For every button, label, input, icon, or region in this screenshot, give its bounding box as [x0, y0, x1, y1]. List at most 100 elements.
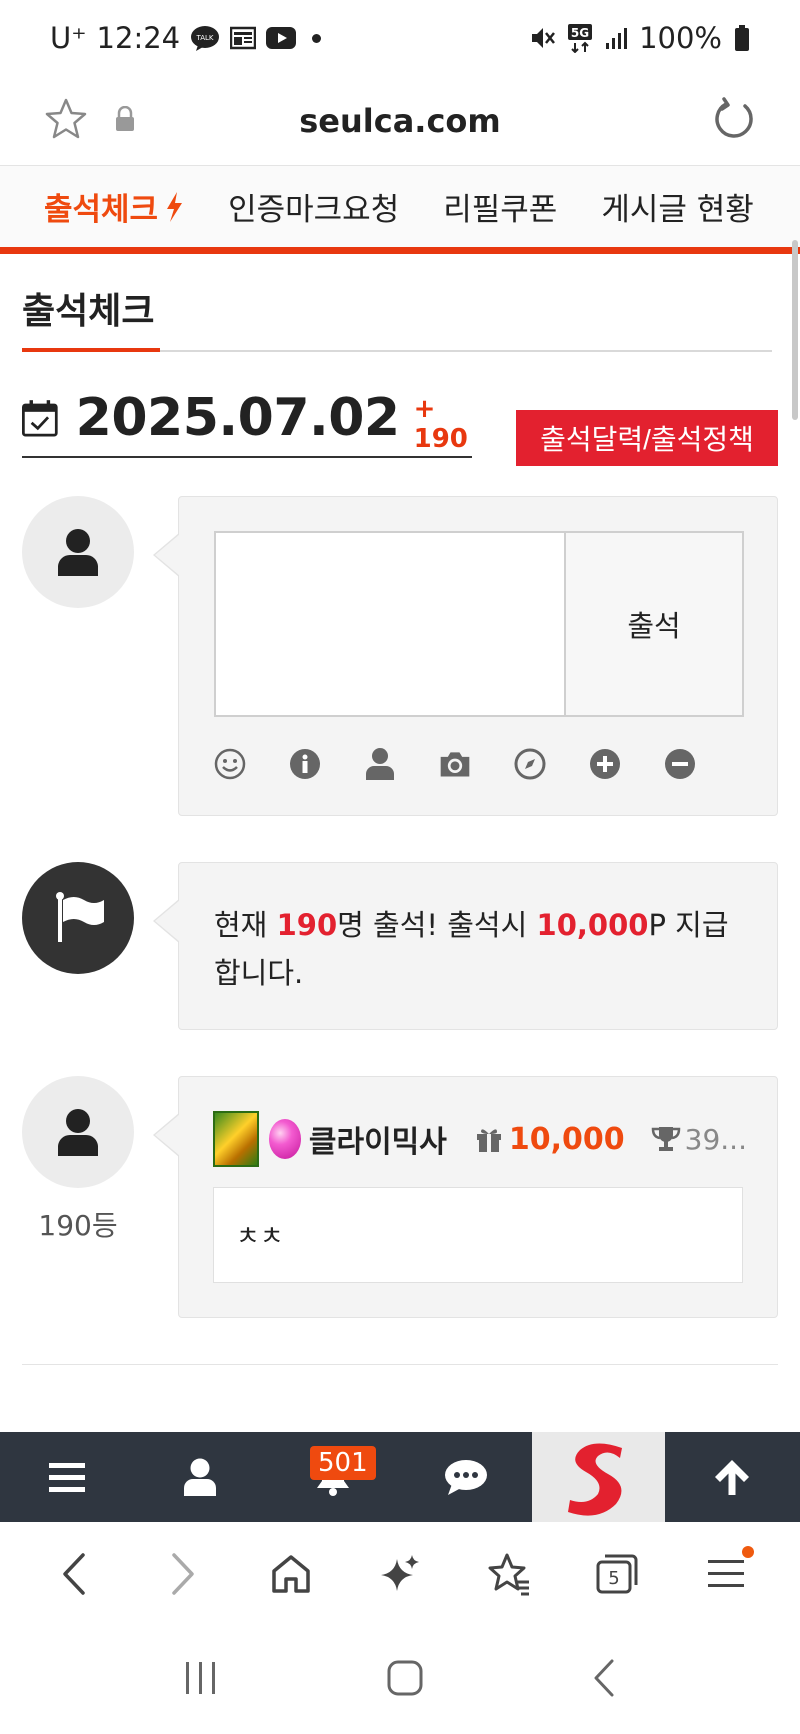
- calendar-check-icon: [22, 400, 58, 437]
- svg-text:5: 5: [608, 1568, 619, 1589]
- entry-avatar[interactable]: [22, 1076, 134, 1188]
- notice-mid: 명 출석! 출석시: [337, 908, 537, 942]
- nav-item-refill-coupon[interactable]: 리필쿠폰: [443, 184, 557, 229]
- attendance-notice: 현재 190명 출석! 출석시 10,000P 지급합니다.: [214, 901, 747, 997]
- site-menu-button[interactable]: [0, 1432, 133, 1522]
- my-avatar: [22, 496, 134, 608]
- attendance-count-delta: + 190: [413, 394, 468, 454]
- nav-item-certmark[interactable]: 인증마크요청: [228, 184, 399, 229]
- compose-toolbar: [213, 747, 697, 781]
- notice-bubble: 현재 190명 출석! 출석시 10,000P 지급합니다.: [153, 862, 778, 1030]
- sparkle-icon: [380, 1555, 419, 1591]
- compass-icon[interactable]: [513, 747, 547, 781]
- info-icon[interactable]: [288, 747, 322, 781]
- browser-toolbar: 5: [0, 1522, 800, 1626]
- site-notifications-button[interactable]: 501: [266, 1432, 399, 1522]
- lock-icon: [114, 105, 136, 136]
- mute-icon: [529, 25, 556, 51]
- star-list-icon: [488, 1553, 529, 1596]
- bookmark-star-icon[interactable]: [44, 97, 88, 145]
- site-logo-button[interactable]: S: [532, 1432, 665, 1522]
- battery-percent: 100%: [639, 21, 722, 55]
- gift-icon: [476, 1129, 501, 1152]
- menu-notification-dot: [741, 1546, 754, 1558]
- plus-circle-icon[interactable]: [588, 747, 622, 781]
- ai-assistant-button[interactable]: [370, 1544, 430, 1604]
- entry-place: 190등: [38, 1209, 118, 1242]
- scroll-top-button[interactable]: [665, 1432, 798, 1522]
- emoji-icon[interactable]: [213, 747, 247, 781]
- chat-icon: [444, 1460, 487, 1495]
- nav-item-attendance[interactable]: 출석체크: [44, 184, 184, 229]
- site-profile-button[interactable]: [133, 1432, 266, 1522]
- minus-circle-icon[interactable]: [663, 747, 697, 781]
- back-button[interactable]: [44, 1544, 104, 1604]
- attendance-comment-input[interactable]: [214, 531, 564, 717]
- hamburger-icon: [48, 1463, 85, 1492]
- network-label: 5G: [571, 26, 589, 40]
- attendance-date: 2025.07.02: [75, 388, 400, 448]
- carrier-label: U⁺: [50, 21, 87, 55]
- attendance-count: 190: [276, 908, 338, 942]
- bookmarks-button[interactable]: [479, 1544, 539, 1604]
- attendance-calendar-button[interactable]: 출석달력/출석정책: [516, 410, 778, 466]
- user-icon: [58, 1109, 98, 1156]
- home-button[interactable]: [261, 1544, 321, 1604]
- entry-username[interactable]: 클라이믹사: [309, 1117, 447, 1161]
- chevron-right-icon: [172, 1553, 194, 1595]
- site-bottom-bar: 501 S: [0, 1432, 800, 1522]
- recent-apps-button[interactable]: [183, 1660, 219, 1700]
- talk-icon: TALK: [190, 25, 220, 51]
- date-row: 2025.07.02 + 190: [22, 380, 472, 458]
- signal-icon: [605, 27, 628, 49]
- reward-points: 10,000: [536, 908, 649, 942]
- site-logo-icon: S: [567, 1443, 622, 1516]
- android-nav-bar: [0, 1626, 800, 1734]
- entry-comment: ㅊㅊ: [213, 1187, 743, 1283]
- reload-icon[interactable]: [712, 96, 756, 145]
- tabs-button[interactable]: 5: [587, 1544, 647, 1604]
- gem-icon: [268, 1119, 301, 1159]
- tabs-icon: 5: [596, 1554, 638, 1594]
- home-nav-button[interactable]: [386, 1659, 424, 1701]
- status-bar: U⁺ 12:24 TALK 5G 100%: [0, 0, 800, 76]
- site-chat-button[interactable]: [399, 1432, 532, 1522]
- content-end-divider: [22, 1364, 778, 1365]
- notice-avatar: [22, 862, 134, 974]
- nav-item-post-status[interactable]: 게시글 현황: [601, 184, 753, 229]
- title-underline: [22, 348, 160, 352]
- lightning-icon: [167, 191, 183, 222]
- forward-button[interactable]: [153, 1544, 213, 1604]
- trophy-icon: [651, 1127, 680, 1151]
- compose-bubble: 출석: [153, 496, 778, 816]
- browser-menu-button[interactable]: [696, 1544, 756, 1604]
- network-5g-icon: 5G: [567, 23, 593, 53]
- flag-icon: [56, 892, 104, 942]
- arrow-up-icon: [714, 1460, 749, 1495]
- more-notifications-dot: [312, 33, 322, 43]
- address-bar[interactable]: seulca.com: [0, 76, 800, 166]
- user-icon: [183, 1458, 216, 1496]
- compose-form: 출석: [214, 531, 744, 717]
- entry-points-group: 10,000: [475, 1122, 625, 1157]
- page-title: 출석체크: [22, 291, 155, 332]
- notification-badge: 501: [310, 1446, 376, 1480]
- camera-icon[interactable]: [438, 747, 472, 781]
- nav-item-label: 출석체크: [44, 192, 159, 228]
- back-chevron-icon: [594, 1659, 614, 1697]
- talk-badge-text: TALK: [196, 34, 214, 42]
- attend-submit-button[interactable]: 출석: [564, 531, 744, 717]
- entry-header: 클라이믹사 10,000 39...: [213, 1111, 747, 1167]
- level-badge-icon: [213, 1111, 259, 1167]
- home-icon: [272, 1555, 311, 1593]
- clock: 12:24: [96, 21, 181, 55]
- scrollbar[interactable]: [792, 240, 798, 420]
- news-icon: [230, 26, 257, 50]
- youtube-icon: [266, 27, 297, 49]
- notice-prefix: 현재: [214, 908, 277, 942]
- site-nav: 출석체크 인증마크요청 리필쿠폰 게시글 현황: [0, 166, 800, 254]
- user-tag-icon[interactable]: [363, 747, 397, 781]
- entry-bubble: 클라이믹사 10,000 39... ㅊㅊ: [153, 1076, 778, 1318]
- user-icon: [58, 529, 98, 576]
- back-nav-button[interactable]: [591, 1658, 617, 1702]
